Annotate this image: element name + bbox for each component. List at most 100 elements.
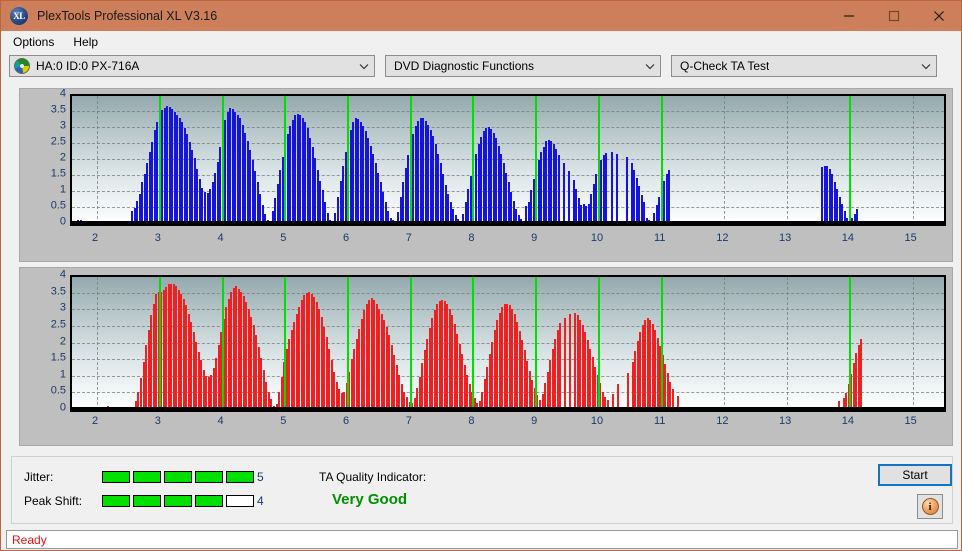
x-axis-tick-label: 2 xyxy=(92,232,99,244)
y-axis-tick-label: 1.5 xyxy=(50,351,66,364)
chart-bar xyxy=(567,171,570,224)
y-axis-tick-label: 0 xyxy=(59,401,66,414)
test-select-value: Q-Check TA Test xyxy=(680,59,770,73)
jitter-y-axis-labels: 4 3.5 3 2.5 2 1.5 1 0.5 0 xyxy=(22,88,66,227)
y-axis-tick-label: 1.5 xyxy=(50,167,66,180)
y-axis-tick-label: 2 xyxy=(59,335,66,347)
drive-select[interactable]: HA:0 ID:0 PX-716A xyxy=(9,55,375,77)
marker-line xyxy=(221,96,224,224)
gridline-horizontal xyxy=(72,159,944,160)
maximize-icon[interactable] xyxy=(871,1,916,31)
menu-bar: Options Help xyxy=(2,31,961,52)
app-xl-icon: XL xyxy=(10,7,28,25)
marker-line xyxy=(848,96,851,224)
test-select[interactable]: Q-Check TA Test xyxy=(671,55,937,77)
marker-line xyxy=(284,96,287,224)
x-axis-tick-label: 3 xyxy=(154,415,161,427)
peak-shift-label: Peak Shift: xyxy=(24,494,83,508)
start-button[interactable]: Start xyxy=(878,464,952,486)
gridline-vertical xyxy=(912,96,914,224)
peak-shift-plot-area xyxy=(70,275,946,412)
gridline-vertical xyxy=(787,96,789,224)
x-axis-tick-label: 11 xyxy=(653,232,666,244)
info-button[interactable]: i xyxy=(917,494,943,519)
function-select[interactable]: DVD Diagnostic Functions xyxy=(385,55,661,77)
chart-bar xyxy=(626,373,629,410)
meter-segment xyxy=(195,471,223,483)
meter-segment xyxy=(195,495,223,507)
x-axis-tick-label: 7 xyxy=(405,232,412,244)
y-axis-tick-label: 2.5 xyxy=(50,318,66,331)
jitter-plot-area xyxy=(70,94,946,226)
chart-bar xyxy=(610,152,613,224)
marker-line xyxy=(472,96,475,224)
x-axis-tick-label: 4 xyxy=(217,232,224,244)
gridline-horizontal xyxy=(72,127,944,128)
chart-bar xyxy=(569,314,572,410)
marker-line xyxy=(535,277,538,410)
x-axis-tick-label: 14 xyxy=(841,415,855,427)
x-axis-tick-label: 5 xyxy=(280,232,287,244)
chart-bar xyxy=(615,153,618,224)
meter-segment xyxy=(164,471,192,483)
y-axis-tick-label: 3 xyxy=(59,301,66,314)
x-axis-tick-label: 7 xyxy=(405,415,412,427)
peak-shift-x-axis-labels: 2 3 4 5 6 7 8 9 10 11 12 13 14 15 xyxy=(70,416,946,430)
x-axis-tick-label: 12 xyxy=(716,232,729,244)
y-axis-tick-label: 3.5 xyxy=(50,103,66,116)
chart-bar xyxy=(557,155,560,224)
meter-segment xyxy=(164,495,192,507)
function-select-value: DVD Diagnostic Functions xyxy=(394,59,535,73)
chevron-down-icon[interactable] xyxy=(354,56,374,76)
marker-line xyxy=(597,277,600,410)
gridline-vertical xyxy=(97,277,99,410)
quality-value: Very Good xyxy=(332,491,408,508)
chevron-down-icon[interactable] xyxy=(640,56,660,76)
chart-bar xyxy=(625,156,628,224)
chart-bar xyxy=(668,170,671,224)
peak-shift-chart-panel: 4 3.5 3 2.5 2 1.5 1 0.5 0 2 3 4 5 6 7 8 9 10 11 12 13 14 15 xyxy=(19,267,953,446)
marker-line xyxy=(347,277,350,410)
y-axis-tick-label: 1 xyxy=(59,183,66,196)
marker-line xyxy=(660,277,663,410)
meter-segment xyxy=(226,471,254,483)
chart-bar xyxy=(605,152,608,224)
x-axis-tick-label: 14 xyxy=(841,232,855,244)
jitter-label: Jitter: xyxy=(24,470,54,484)
marker-line xyxy=(158,96,161,224)
y-axis-tick-label: 2.5 xyxy=(50,135,66,148)
chevron-down-icon[interactable] xyxy=(916,56,936,76)
x-axis-tick-label: 15 xyxy=(904,415,917,427)
marker-line xyxy=(409,96,412,224)
peak-shift-segment-bar xyxy=(102,495,254,507)
menu-item-options[interactable]: Options xyxy=(5,33,62,51)
minimize-icon[interactable] xyxy=(826,1,871,31)
status-bar: Ready xyxy=(6,530,958,549)
jitter-segment-bar xyxy=(102,471,254,483)
menu-item-help[interactable]: Help xyxy=(65,33,106,51)
x-axis-tick-label: 9 xyxy=(531,232,538,244)
marker-line xyxy=(848,277,851,410)
chart-bar xyxy=(562,163,565,224)
y-axis-tick-label: 3.5 xyxy=(50,285,66,298)
gridline-vertical xyxy=(97,96,99,224)
results-panel: Jitter: 5 Peak Shift: 4 TA Quality Indic… xyxy=(11,456,953,524)
x-axis-tick-label: 8 xyxy=(468,415,475,427)
window-title: PlexTools Professional XL V3.16 xyxy=(37,9,218,23)
x-axis-tick-label: 10 xyxy=(590,232,604,244)
disc-icon xyxy=(14,58,30,74)
meter-segment xyxy=(133,471,161,483)
x-axis-tick-label: 15 xyxy=(904,232,917,244)
x-axis-tick-label: 6 xyxy=(342,232,350,244)
gridline-horizontal xyxy=(72,143,944,144)
x-axis-tick-label: 4 xyxy=(217,415,224,427)
x-axis-tick-label: 13 xyxy=(779,232,792,244)
peak-shift-y-axis-labels: 4 3.5 3 2.5 2 1.5 1 0.5 0 xyxy=(22,269,66,413)
gridline-vertical xyxy=(912,277,914,410)
close-icon[interactable] xyxy=(916,1,961,31)
jitter-chart-panel: 4 3.5 3 2.5 2 1.5 1 0.5 0 2 3 4 5 6 7 8 9 10 11 12 13 14 15 xyxy=(19,88,953,262)
y-axis-tick-label: 0 xyxy=(59,215,66,228)
chart-bar xyxy=(860,338,863,410)
y-axis-tick-label: 4 xyxy=(59,87,66,100)
axis-baseline xyxy=(72,407,944,410)
